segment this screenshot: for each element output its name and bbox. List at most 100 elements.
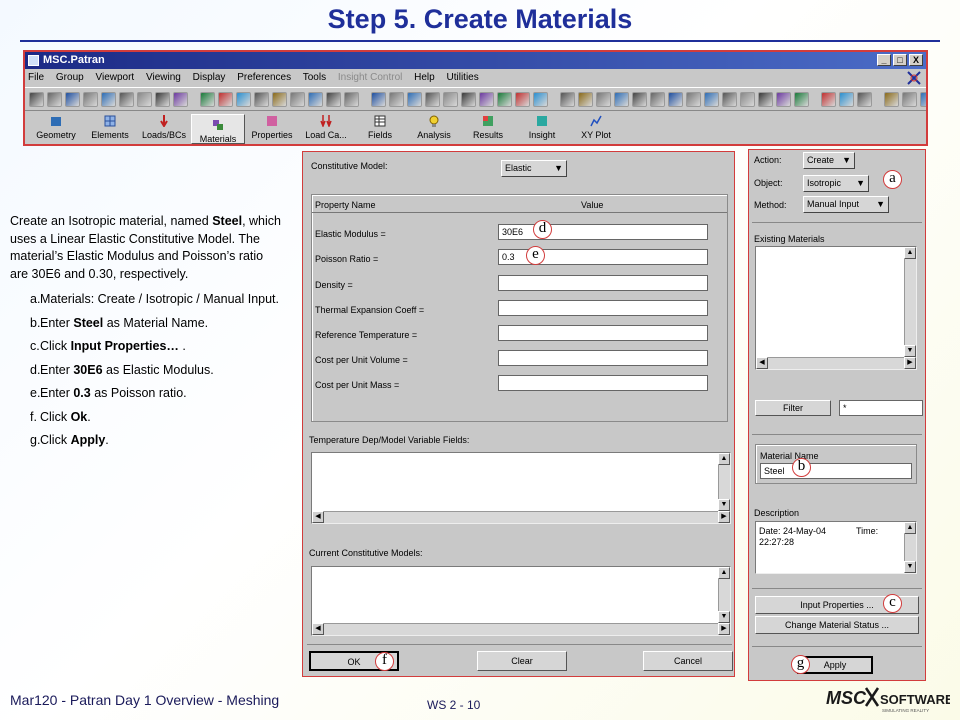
- menu-display[interactable]: Display: [193, 72, 226, 83]
- vertical-scrollbar[interactable]: ▲ ▼: [904, 247, 916, 357]
- elastic-modulus-field[interactable]: 30E6: [498, 224, 708, 240]
- horizontal-scrollbar[interactable]: ◀ ▶: [312, 511, 730, 523]
- cancel-button[interactable]: Cancel: [643, 651, 733, 671]
- density-field[interactable]: [498, 275, 708, 291]
- horizontal-scrollbar[interactable]: ◀ ▶: [756, 357, 916, 369]
- toolbar-tool-icon[interactable]: [776, 91, 791, 107]
- toolbar-tool-icon[interactable]: [632, 91, 647, 107]
- filter-field[interactable]: *: [839, 400, 923, 416]
- toolbar-tool-icon[interactable]: [722, 91, 737, 107]
- toolbar-tool-icon[interactable]: [479, 91, 494, 107]
- app-properties[interactable]: Properties: [245, 114, 299, 144]
- menu-help[interactable]: Help: [414, 72, 435, 83]
- app-analysis[interactable]: Analysis: [407, 114, 461, 144]
- toolbar-tool-icon[interactable]: [290, 91, 305, 107]
- description-textarea[interactable]: Date: 24-May-04 Time: 22:27:28 ▲ ▼: [755, 521, 917, 574]
- scroll-right-icon[interactable]: ▶: [718, 623, 730, 635]
- scroll-right-icon[interactable]: ▶: [904, 357, 916, 369]
- toolbar-tool-icon[interactable]: [407, 91, 422, 107]
- cost-per-volume-field[interactable]: [498, 350, 708, 366]
- vertical-scrollbar[interactable]: ▲ ▼: [718, 567, 730, 623]
- scroll-down-icon[interactable]: ▼: [718, 611, 730, 623]
- scroll-left-icon[interactable]: ◀: [312, 511, 324, 523]
- app-load-cases[interactable]: Load Ca...: [299, 114, 353, 144]
- temp-dep-listbox[interactable]: ▲ ▼ ◀ ▶: [311, 452, 731, 524]
- scroll-up-icon[interactable]: ▲: [718, 567, 730, 579]
- toolbar-tool-icon[interactable]: [839, 91, 854, 107]
- app-geometry[interactable]: Geometry: [29, 114, 83, 144]
- clear-button[interactable]: Clear: [477, 651, 567, 671]
- toolbar-tool-icon[interactable]: [425, 91, 440, 107]
- toolbar-tool-icon[interactable]: [155, 91, 170, 107]
- scroll-right-icon[interactable]: ▶: [718, 511, 730, 523]
- thermal-expansion-field[interactable]: [498, 300, 708, 316]
- app-materials[interactable]: Materials: [191, 114, 245, 144]
- app-loads-bcs[interactable]: Loads/BCs: [137, 114, 191, 144]
- menu-viewport[interactable]: Viewport: [95, 72, 134, 83]
- change-material-status-button[interactable]: Change Material Status ...: [755, 616, 919, 634]
- toolbar-tool-icon[interactable]: [326, 91, 341, 107]
- toolbar-tool-icon[interactable]: [794, 91, 809, 107]
- existing-materials-listbox[interactable]: ▲ ▼ ◀ ▶: [755, 246, 917, 370]
- app-results[interactable]: Results: [461, 114, 515, 144]
- menu-preferences[interactable]: Preferences: [237, 72, 291, 83]
- toolbar-tool-icon[interactable]: [533, 91, 548, 107]
- filter-button[interactable]: Filter: [755, 400, 831, 416]
- toolbar-tool-icon[interactable]: [443, 91, 458, 107]
- toolbar-tool-icon[interactable]: [236, 91, 251, 107]
- object-dropdown[interactable]: Isotropic ▼: [803, 175, 869, 192]
- toolbar-tool-icon[interactable]: [371, 91, 386, 107]
- reference-temperature-field[interactable]: [498, 325, 708, 341]
- toolbar-tool-icon[interactable]: [254, 91, 269, 107]
- toolbar-tool-icon[interactable]: [650, 91, 665, 107]
- toolbar-tool-icon[interactable]: [578, 91, 593, 107]
- current-models-listbox[interactable]: ▲ ▼ ◀ ▶: [311, 566, 731, 636]
- scroll-down-icon[interactable]: ▼: [904, 345, 916, 357]
- horizontal-scrollbar[interactable]: ◀ ▶: [312, 623, 730, 635]
- app-elements[interactable]: Elements: [83, 114, 137, 144]
- toolbar-tool-icon[interactable]: [65, 91, 80, 107]
- menu-file[interactable]: File: [28, 72, 44, 83]
- toolbar-tool-icon[interactable]: [686, 91, 701, 107]
- toolbar-tool-icon[interactable]: [272, 91, 287, 107]
- toolbar-tool-icon[interactable]: [83, 91, 98, 107]
- toolbar-tool-icon[interactable]: [821, 91, 836, 107]
- constitutive-model-dropdown[interactable]: Elastic ▼: [501, 160, 567, 177]
- toolbar-tool-icon[interactable]: [29, 91, 44, 107]
- toolbar-tool-icon[interactable]: [200, 91, 215, 107]
- toolbar-tool-icon[interactable]: [308, 91, 323, 107]
- toolbar-tool-icon[interactable]: [515, 91, 530, 107]
- toolbar-tool-icon[interactable]: [461, 91, 476, 107]
- toolbar-tool-icon[interactable]: [119, 91, 134, 107]
- toolbar-tool-icon[interactable]: [173, 91, 188, 107]
- material-name-field[interactable]: Steel: [760, 463, 912, 479]
- vertical-scrollbar[interactable]: ▲ ▼: [718, 453, 730, 511]
- scroll-up-icon[interactable]: ▲: [904, 522, 916, 534]
- menu-utilities[interactable]: Utilities: [447, 72, 479, 83]
- scroll-down-icon[interactable]: ▼: [718, 499, 730, 511]
- toolbar-tool-icon[interactable]: [47, 91, 62, 107]
- scroll-down-icon[interactable]: ▼: [904, 561, 916, 573]
- menu-tools[interactable]: Tools: [303, 72, 326, 83]
- menu-group[interactable]: Group: [56, 72, 84, 83]
- toolbar-tool-icon[interactable]: [668, 91, 683, 107]
- toolbar-tool-icon[interactable]: [920, 91, 926, 107]
- action-dropdown[interactable]: Create ▼: [803, 152, 855, 169]
- toolbar-tool-icon[interactable]: [704, 91, 719, 107]
- scroll-up-icon[interactable]: ▲: [718, 453, 730, 465]
- toolbar-tool-icon[interactable]: [884, 91, 899, 107]
- toolbar-tool-icon[interactable]: [137, 91, 152, 107]
- menu-viewing[interactable]: Viewing: [146, 72, 181, 83]
- method-dropdown[interactable]: Manual Input ▼: [803, 196, 889, 213]
- cost-per-mass-field[interactable]: [498, 375, 708, 391]
- close-button[interactable]: X: [909, 54, 923, 66]
- scroll-left-icon[interactable]: ◀: [756, 357, 768, 369]
- scroll-left-icon[interactable]: ◀: [312, 623, 324, 635]
- mscsoft-link-icon[interactable]: [906, 70, 922, 86]
- toolbar-tool-icon[interactable]: [902, 91, 917, 107]
- toolbar-tool-icon[interactable]: [497, 91, 512, 107]
- toolbar-tool-icon[interactable]: [218, 91, 233, 107]
- toolbar-tool-icon[interactable]: [389, 91, 404, 107]
- toolbar-tool-icon[interactable]: [614, 91, 629, 107]
- toolbar-tool-icon[interactable]: [758, 91, 773, 107]
